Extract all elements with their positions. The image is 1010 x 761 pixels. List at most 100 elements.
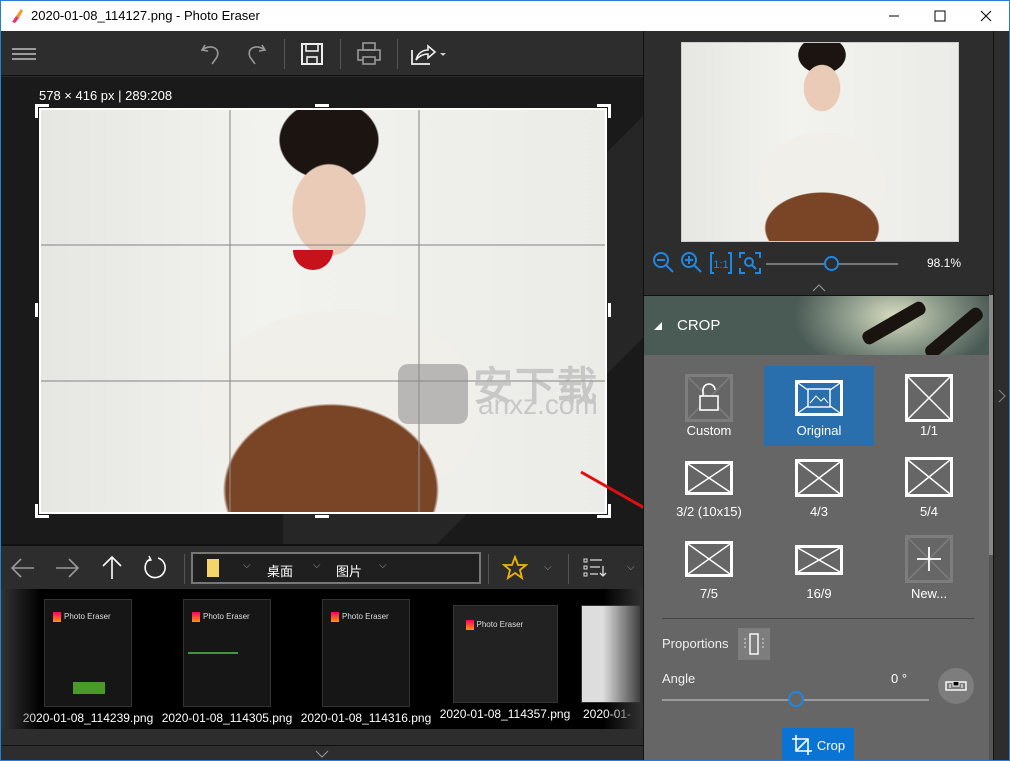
ratio-4-3[interactable]: 4/3 [764, 447, 874, 527]
crop-handle-top-right[interactable] [608, 104, 611, 118]
ratio-label: 4/3 [809, 504, 829, 519]
share-button[interactable] [409, 39, 451, 69]
breadcrumb-item[interactable]: 图片 [336, 561, 362, 580]
zoom-out-icon[interactable] [652, 251, 676, 275]
ratio-custom[interactable]: Custom [654, 366, 764, 446]
ratio-16-9[interactable]: 16/9 [764, 529, 874, 609]
ratio-7-5[interactable]: 7/5 [654, 529, 764, 609]
breadcrumb[interactable]: ⌵ 桌面 ⌵ 图片 ⌵ [191, 552, 481, 584]
zoom-value: 98.1% [927, 256, 962, 270]
chevron-down-icon[interactable]: ⌵ [313, 560, 321, 571]
svg-text:1:1: 1:1 [713, 259, 728, 271]
crop-icon [791, 735, 812, 755]
folder-icon [207, 559, 219, 577]
share-icon [411, 44, 446, 65]
close-button[interactable] [963, 1, 1009, 31]
maximize-button[interactable] [917, 1, 963, 31]
print-icon [357, 42, 381, 65]
ratio-frame-icon [795, 545, 843, 575]
chevron-down-icon[interactable]: ⌵ [544, 562, 552, 573]
zoom-slider-thumb[interactable] [824, 256, 839, 271]
chevron-down-icon[interactable]: ⌵ [627, 562, 635, 573]
back-icon [10, 558, 34, 578]
crop-options: Custom Original 1/1 3/2 (10x15) 4/3 5/4 … [644, 355, 989, 760]
ratio-frame-icon [905, 374, 953, 422]
proportions-toggle-button[interactable] [738, 628, 770, 660]
app-logo-icon [12, 9, 23, 23]
section-divider [662, 618, 974, 619]
thumbnail-image: Photo Eraser [452, 605, 558, 703]
toolbar-divider [397, 39, 398, 69]
actual-size-icon[interactable]: 1:1 [709, 251, 733, 275]
ratio-5-4[interactable]: 5/4 [874, 447, 984, 527]
crop-button[interactable]: Crop [782, 728, 854, 760]
crop-dimensions-label: 578 × 416 px | 289:208 [39, 88, 173, 103]
print-button[interactable] [354, 39, 384, 69]
save-icon [301, 43, 323, 65]
maximize-icon [934, 10, 946, 22]
sort-icon [583, 558, 607, 577]
back-button[interactable] [9, 554, 37, 582]
ratio-3-2[interactable]: 3/2 (10x15) [654, 447, 764, 527]
right-panel-expander[interactable] [993, 31, 1009, 760]
red-arrow-annotation [580, 470, 643, 509]
ratio-label: 7/5 [699, 586, 719, 601]
thumbnail-footer [1, 729, 643, 745]
thumbnail-image: Photo Eraser [322, 599, 410, 707]
ratio-new[interactable]: New... [874, 529, 984, 609]
thumbnail-item[interactable]: Photo Eraser 2020-01-08_114316.png [296, 599, 436, 725]
window-title: 2020-01-08_114127.png - Photo Eraser [31, 8, 260, 23]
breadcrumb-item[interactable]: 桌面 [267, 561, 293, 580]
ratio-1-1[interactable]: 1/1 [874, 366, 984, 446]
save-button[interactable] [297, 39, 327, 69]
photo-crop-area[interactable] [39, 108, 607, 514]
chevron-down-icon[interactable]: ⌵ [243, 560, 251, 571]
thumbnail-image: Photo Eraser [183, 599, 271, 707]
chevron-down-icon[interactable]: ⌵ [379, 560, 387, 571]
watermark-lock-icon [398, 364, 468, 424]
toolbar-divider [284, 39, 285, 69]
refresh-button[interactable] [141, 554, 169, 582]
crop-handle-top-left[interactable] [35, 104, 38, 118]
fit-screen-icon[interactable] [738, 251, 762, 275]
auto-level-button[interactable] [938, 668, 974, 704]
nav-divider [488, 554, 489, 584]
image-canvas[interactable]: 578 × 416 px | 289:208 安下载 anxz.com [1, 77, 643, 544]
thumbnail-detail [188, 652, 238, 654]
menu-button[interactable] [9, 39, 39, 69]
angle-slider-thumb[interactable] [787, 691, 804, 707]
crop-handle-right[interactable] [608, 303, 611, 317]
ratio-label: 1/1 [919, 423, 939, 438]
undo-button[interactable] [196, 39, 226, 69]
crop-section-header[interactable]: CROP [644, 295, 994, 355]
forward-button[interactable] [53, 554, 81, 582]
thumbnail-brand: Photo Eraser [192, 612, 250, 622]
favorites-button[interactable] [501, 554, 529, 582]
crop-button-label: Crop [816, 737, 846, 753]
right-panel: 1:1 98.1% CROP Custom Original 1/1 3/2 (… [643, 31, 994, 760]
thumbnail-item[interactable]: Photo Eraser 2020-01-08_114357.png [435, 599, 575, 721]
unlock-icon [685, 374, 733, 422]
crop-handle-bottom-left[interactable] [35, 504, 38, 518]
redo-button[interactable] [241, 39, 271, 69]
navigator-preview[interactable] [681, 42, 959, 242]
zoom-in-icon[interactable] [680, 251, 704, 275]
ratio-label: New... [910, 586, 948, 601]
up-icon [102, 555, 122, 579]
collapse-thumbnails-button[interactable] [1, 745, 643, 760]
thumbnail-brand: Photo Eraser [331, 612, 389, 622]
close-icon [980, 10, 992, 22]
minimize-button[interactable] [871, 1, 917, 31]
undo-icon [200, 44, 219, 65]
up-button[interactable] [98, 554, 126, 582]
sort-button[interactable] [581, 554, 609, 582]
ratio-label: 5/4 [919, 504, 939, 519]
header-image-detail [860, 299, 928, 347]
crop-handle-bottom[interactable] [315, 515, 329, 518]
thumbnail-item[interactable]: Photo Eraser 2020-01-08_114305.png [157, 599, 297, 725]
crop-handle-top[interactable] [315, 104, 329, 107]
crop-handle-left[interactable] [35, 303, 38, 317]
proportions-label: Proportions [662, 636, 729, 651]
ratio-original[interactable]: Original [764, 366, 874, 446]
crop-grid-line [229, 110, 231, 512]
